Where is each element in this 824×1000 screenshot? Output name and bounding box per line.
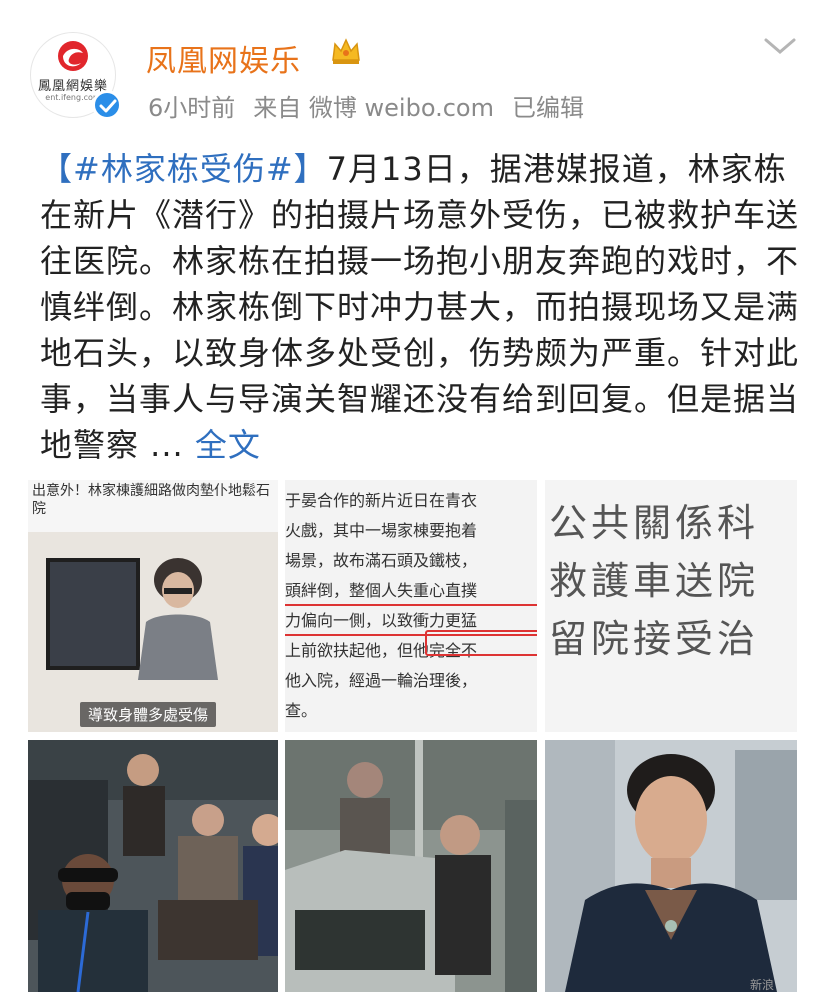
text-line: 火戲，其中一場家棟要抱着	[285, 521, 478, 540]
post-meta: 6小时前 来自 微博 weibo.com 已编辑	[148, 88, 602, 123]
hashtag-link[interactable]: 【#林家栋受伤#】	[40, 150, 327, 188]
text-line: 于晏合作的新片近日在青衣	[285, 491, 478, 510]
post-image-4[interactable]	[28, 740, 278, 992]
text-line: 頭絆倒，整個人失重心直撲	[285, 581, 478, 600]
post-image-5[interactable]	[285, 740, 537, 992]
account-name[interactable]: 凤凰网娱乐	[146, 36, 301, 80]
portrait-photo	[545, 740, 797, 992]
video-caption: 導致身體多處受傷	[80, 702, 217, 727]
edited-label: 已编辑	[511, 94, 584, 122]
phoenix-logo-icon	[58, 41, 88, 71]
post-source[interactable]: 来自 微博 weibo.com	[253, 94, 494, 122]
post-text: 【#林家栋受伤#】7月13日，据港媒报道，林家栋在新片《潜行》的拍摄片场意外受伤…	[40, 146, 800, 468]
post-image-2[interactable]: 于晏合作的新片近日在青衣 火戲，其中一場家棟要抱着 場景，故布滿石頭及鐵枝， 頭…	[285, 480, 537, 732]
chevron-down-icon[interactable]	[762, 34, 798, 58]
person-figure	[138, 558, 218, 680]
text-line: 留院接受治	[549, 617, 760, 661]
text-line: 他入院，經過一輪治理後，	[285, 671, 478, 690]
film-set-photo	[285, 740, 537, 992]
text-line: 場景，故布滿石頭及鐵枝，	[285, 551, 478, 570]
highlight-underline	[285, 604, 537, 606]
post-image-1[interactable]: 出意外！林家棟護細路做肉墊仆地鬆石 院 導致身體多處受傷	[28, 480, 278, 732]
image-headline: 出意外！林家棟護細路做肉墊仆地鬆石 院	[32, 483, 270, 517]
post-image-3[interactable]: 公共關係科 救護車送院 留院接受治	[545, 480, 797, 732]
highlight-box	[425, 630, 537, 656]
film-set-photo	[28, 740, 278, 992]
post-time: 6小时前	[148, 94, 236, 122]
post-image-6[interactable]	[545, 740, 797, 992]
newspaper-text: 于晏合作的新片近日在青衣 火戲，其中一場家棟要抱着 場景，故布滿石頭及鐵枝， 頭…	[285, 486, 537, 726]
post-header: 鳳凰網娛樂 ent.ifeng.com 凤凰网娱乐 6小时前 来自 微博 weib…	[0, 0, 824, 130]
text-line: 公共關係科	[549, 501, 760, 545]
text-line: 救護車送院	[549, 559, 760, 603]
newspaper-large-text: 公共關係科 救護車送院 留院接受治	[549, 494, 797, 668]
movie-poster	[46, 558, 140, 670]
verified-badge-icon	[92, 90, 122, 120]
read-more-link[interactable]: 全文	[195, 426, 261, 464]
crown-icon	[332, 38, 360, 64]
watermark: 新浪	[750, 978, 775, 992]
text-line: 查。	[285, 701, 318, 720]
post-body: 7月13日，据港媒报道，林家栋在新片《潜行》的拍摄片场意外受伤，已被救护车送往医…	[40, 150, 800, 464]
